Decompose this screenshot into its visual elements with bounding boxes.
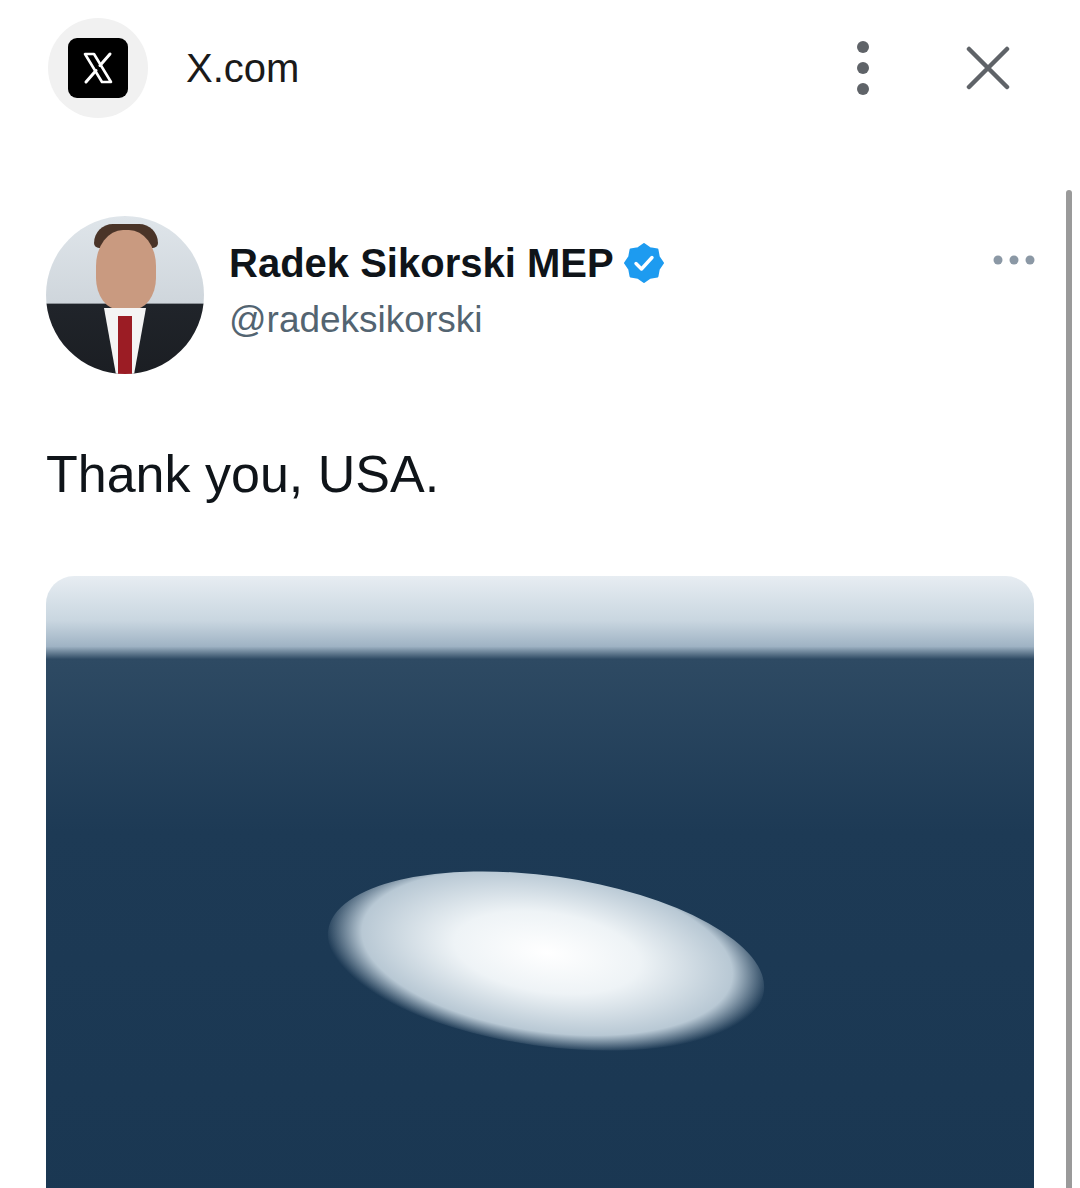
tweet: Radek Sikorski MEP @radeksikorski Thank yo…: [0, 136, 1080, 1188]
more-horizontal-icon[interactable]: [992, 254, 1036, 266]
page-title: X.com: [186, 46, 856, 91]
author-names: Radek Sikorski MEP @radeksikorski: [229, 216, 992, 344]
more-vertical-icon[interactable]: [856, 40, 870, 96]
author-handle[interactable]: @radeksikorski: [229, 296, 992, 344]
close-icon[interactable]: [966, 46, 1010, 90]
browser-header: X.com: [0, 0, 1080, 136]
tweet-author: Radek Sikorski MEP @radeksikorski: [46, 216, 1034, 374]
header-actions: [856, 40, 1010, 96]
x-logo-icon: [68, 38, 128, 98]
scrollbar[interactable]: [1066, 190, 1072, 1188]
author-name[interactable]: Radek Sikorski MEP: [229, 238, 614, 288]
name-row: Radek Sikorski MEP: [229, 238, 992, 288]
x-mark-icon: [81, 51, 115, 85]
site-icon[interactable]: [48, 18, 148, 118]
tweet-image[interactable]: [46, 576, 1034, 1188]
avatar[interactable]: [46, 216, 204, 374]
tweet-menu: [992, 216, 1036, 270]
tweet-text: Thank you, USA.: [46, 442, 1034, 506]
verified-badge-icon: [624, 243, 664, 283]
